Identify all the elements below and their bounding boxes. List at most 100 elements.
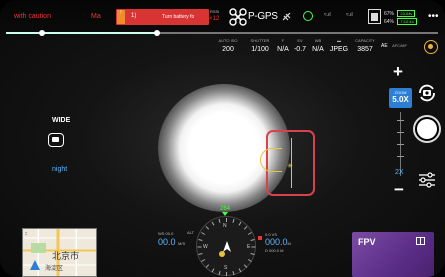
- progress-home-dot: [39, 30, 45, 36]
- metering-arc: [260, 148, 282, 172]
- compass-tick: [205, 226, 210, 230]
- altitude-label: ALT: [187, 230, 195, 235]
- compass-tick: [238, 221, 242, 226]
- compass-tick: [218, 271, 221, 276]
- compass-tick: [247, 259, 252, 262]
- format-icon: ▬: [337, 38, 341, 43]
- param-ev: EV -0.7: [293, 38, 307, 53]
- compass-tick: [247, 232, 252, 235]
- compass-tick: [211, 268, 215, 273]
- compass-east: E: [247, 244, 251, 250]
- drone-icon[interactable]: [229, 8, 247, 26]
- distance-value: D 000.0 M: [265, 248, 284, 253]
- zoom-2x-marker[interactable]: 2X: [395, 169, 404, 176]
- obstacle-sensing-icon[interactable]: [303, 11, 313, 21]
- camera-switch-icon[interactable]: [416, 82, 438, 104]
- battery-alert-banner[interactable]: ! 1) Turn battery fo: [116, 9, 209, 25]
- flight-progress-fill: [6, 32, 158, 34]
- battery-percent-2: 64%: [384, 19, 395, 25]
- compass-tick: [201, 232, 206, 235]
- compass-tick: [211, 221, 215, 226]
- compass-tick: [251, 246, 256, 248]
- lens-mode-label[interactable]: WIDE: [52, 117, 70, 124]
- battery-row-1: 67% 23.04v: [384, 10, 416, 17]
- exposure-lock[interactable]: AE AFC/MF: [381, 43, 410, 49]
- flight-progress-bar: [6, 30, 438, 36]
- compass-tick: [226, 272, 227, 276]
- gps-mode[interactable]: P-GPS: [248, 11, 278, 22]
- compass-tick: [232, 271, 235, 276]
- compass-tick: [198, 252, 203, 255]
- ae-lock-label[interactable]: AE: [381, 43, 388, 49]
- more-button[interactable]: •••: [428, 11, 439, 22]
- attitude-compass[interactable]: N S W E: [196, 216, 256, 276]
- height-block: 0.0 VS 000.0M D 000.0 M: [265, 232, 313, 253]
- fpv-expand-icon[interactable]: [416, 237, 425, 245]
- compass-tick: [198, 239, 203, 242]
- map-aircraft-arrow-icon: [30, 260, 40, 270]
- mini-map[interactable]: ⌗ 北京市 海淀区: [22, 228, 97, 277]
- parameter-adjust-icon[interactable]: [418, 172, 436, 188]
- signal-value: ×12: [209, 16, 220, 22]
- compass-tick: [238, 268, 242, 273]
- compass-tick: [201, 259, 206, 262]
- compass-tick: [218, 218, 221, 223]
- zoom-level-badge[interactable]: ZOOM 5.0X: [389, 88, 412, 108]
- night-mode-button[interactable]: night: [52, 166, 67, 173]
- zoom-out-button[interactable]: −: [394, 181, 404, 198]
- wind-speed-value: 00.0 M/S: [158, 237, 186, 247]
- altitude-warning-indicator: [258, 236, 262, 240]
- fpv-preview[interactable]: FPV: [352, 232, 434, 277]
- param-shutter: SHUTTER 1/100: [250, 38, 270, 53]
- compass-tick: [250, 252, 255, 255]
- zoom-tick: [397, 144, 404, 145]
- param-aperture: F N/A: [277, 38, 289, 53]
- compass-tick: [232, 218, 235, 223]
- signal-label: RSSI: [210, 9, 220, 14]
- warning-message-secondary[interactable]: Ma: [91, 13, 101, 20]
- hd-signal-icon: ≈.ıl: [346, 12, 353, 18]
- compass-tick: [226, 218, 227, 222]
- warning-message[interactable]: with caution: [14, 13, 51, 20]
- shutter-button[interactable]: [413, 115, 441, 143]
- satellite-icon: [282, 12, 291, 21]
- param-format: ▬ JPEG: [327, 38, 351, 53]
- fpv-label: FPV: [358, 237, 376, 247]
- compass-tick: [250, 239, 255, 242]
- lens-switch-icon[interactable]: [48, 133, 64, 147]
- battery-icon[interactable]: [368, 9, 381, 24]
- compass-west: W: [203, 244, 208, 250]
- battery-row-2: 64% 7:12:44: [384, 18, 417, 25]
- alert-text: Turn battery fo: [162, 14, 195, 20]
- param-wb: WB N/A: [312, 38, 324, 53]
- zoom-value: 5.0X: [392, 95, 409, 104]
- zoom-tick: [397, 120, 404, 121]
- compass-north: N: [223, 223, 227, 229]
- map-district-label: 海淀区: [45, 265, 64, 272]
- progress-aircraft-dot: [154, 30, 161, 36]
- spot-metering-box[interactable]: ✳: [260, 130, 315, 196]
- top-status-bar: with caution Ma ! 1) Turn battery fo RSS…: [0, 0, 445, 34]
- param-capacity: CAPACITY 3857: [355, 38, 375, 53]
- zoom-in-button[interactable]: +: [393, 63, 403, 80]
- camera-settings-icon[interactable]: [424, 40, 438, 54]
- battery-voltage: 23.04v: [397, 10, 416, 17]
- alert-number: 1): [131, 13, 137, 19]
- camera-params-bar[interactable]: AUTO ISO 200 SHUTTER 1/100 F N/A EV -0.7…: [213, 38, 388, 58]
- zoom-tick: [397, 132, 404, 133]
- zoom-tick: [397, 156, 404, 157]
- compass-tick: [243, 264, 248, 268]
- compass-south: S: [224, 265, 228, 271]
- focus-mode-label[interactable]: AFC/MF: [392, 43, 407, 48]
- map-park: [31, 243, 46, 253]
- map-city-label: 北京市: [52, 252, 80, 262]
- map-grid-icon: ⌗: [25, 231, 28, 236]
- compass-tick: [197, 246, 202, 248]
- battery-percent: 67%: [384, 11, 395, 17]
- compass-tick: [205, 264, 210, 268]
- alert-icon: !: [117, 10, 125, 24]
- height-value: 000.0M: [265, 237, 291, 247]
- camera-viewport: with caution Ma ! 1) Turn battery fo RSS…: [0, 0, 445, 277]
- rc-signal-icon: ≈.ıl: [324, 12, 331, 18]
- battery-time: 7:12:44: [397, 18, 417, 25]
